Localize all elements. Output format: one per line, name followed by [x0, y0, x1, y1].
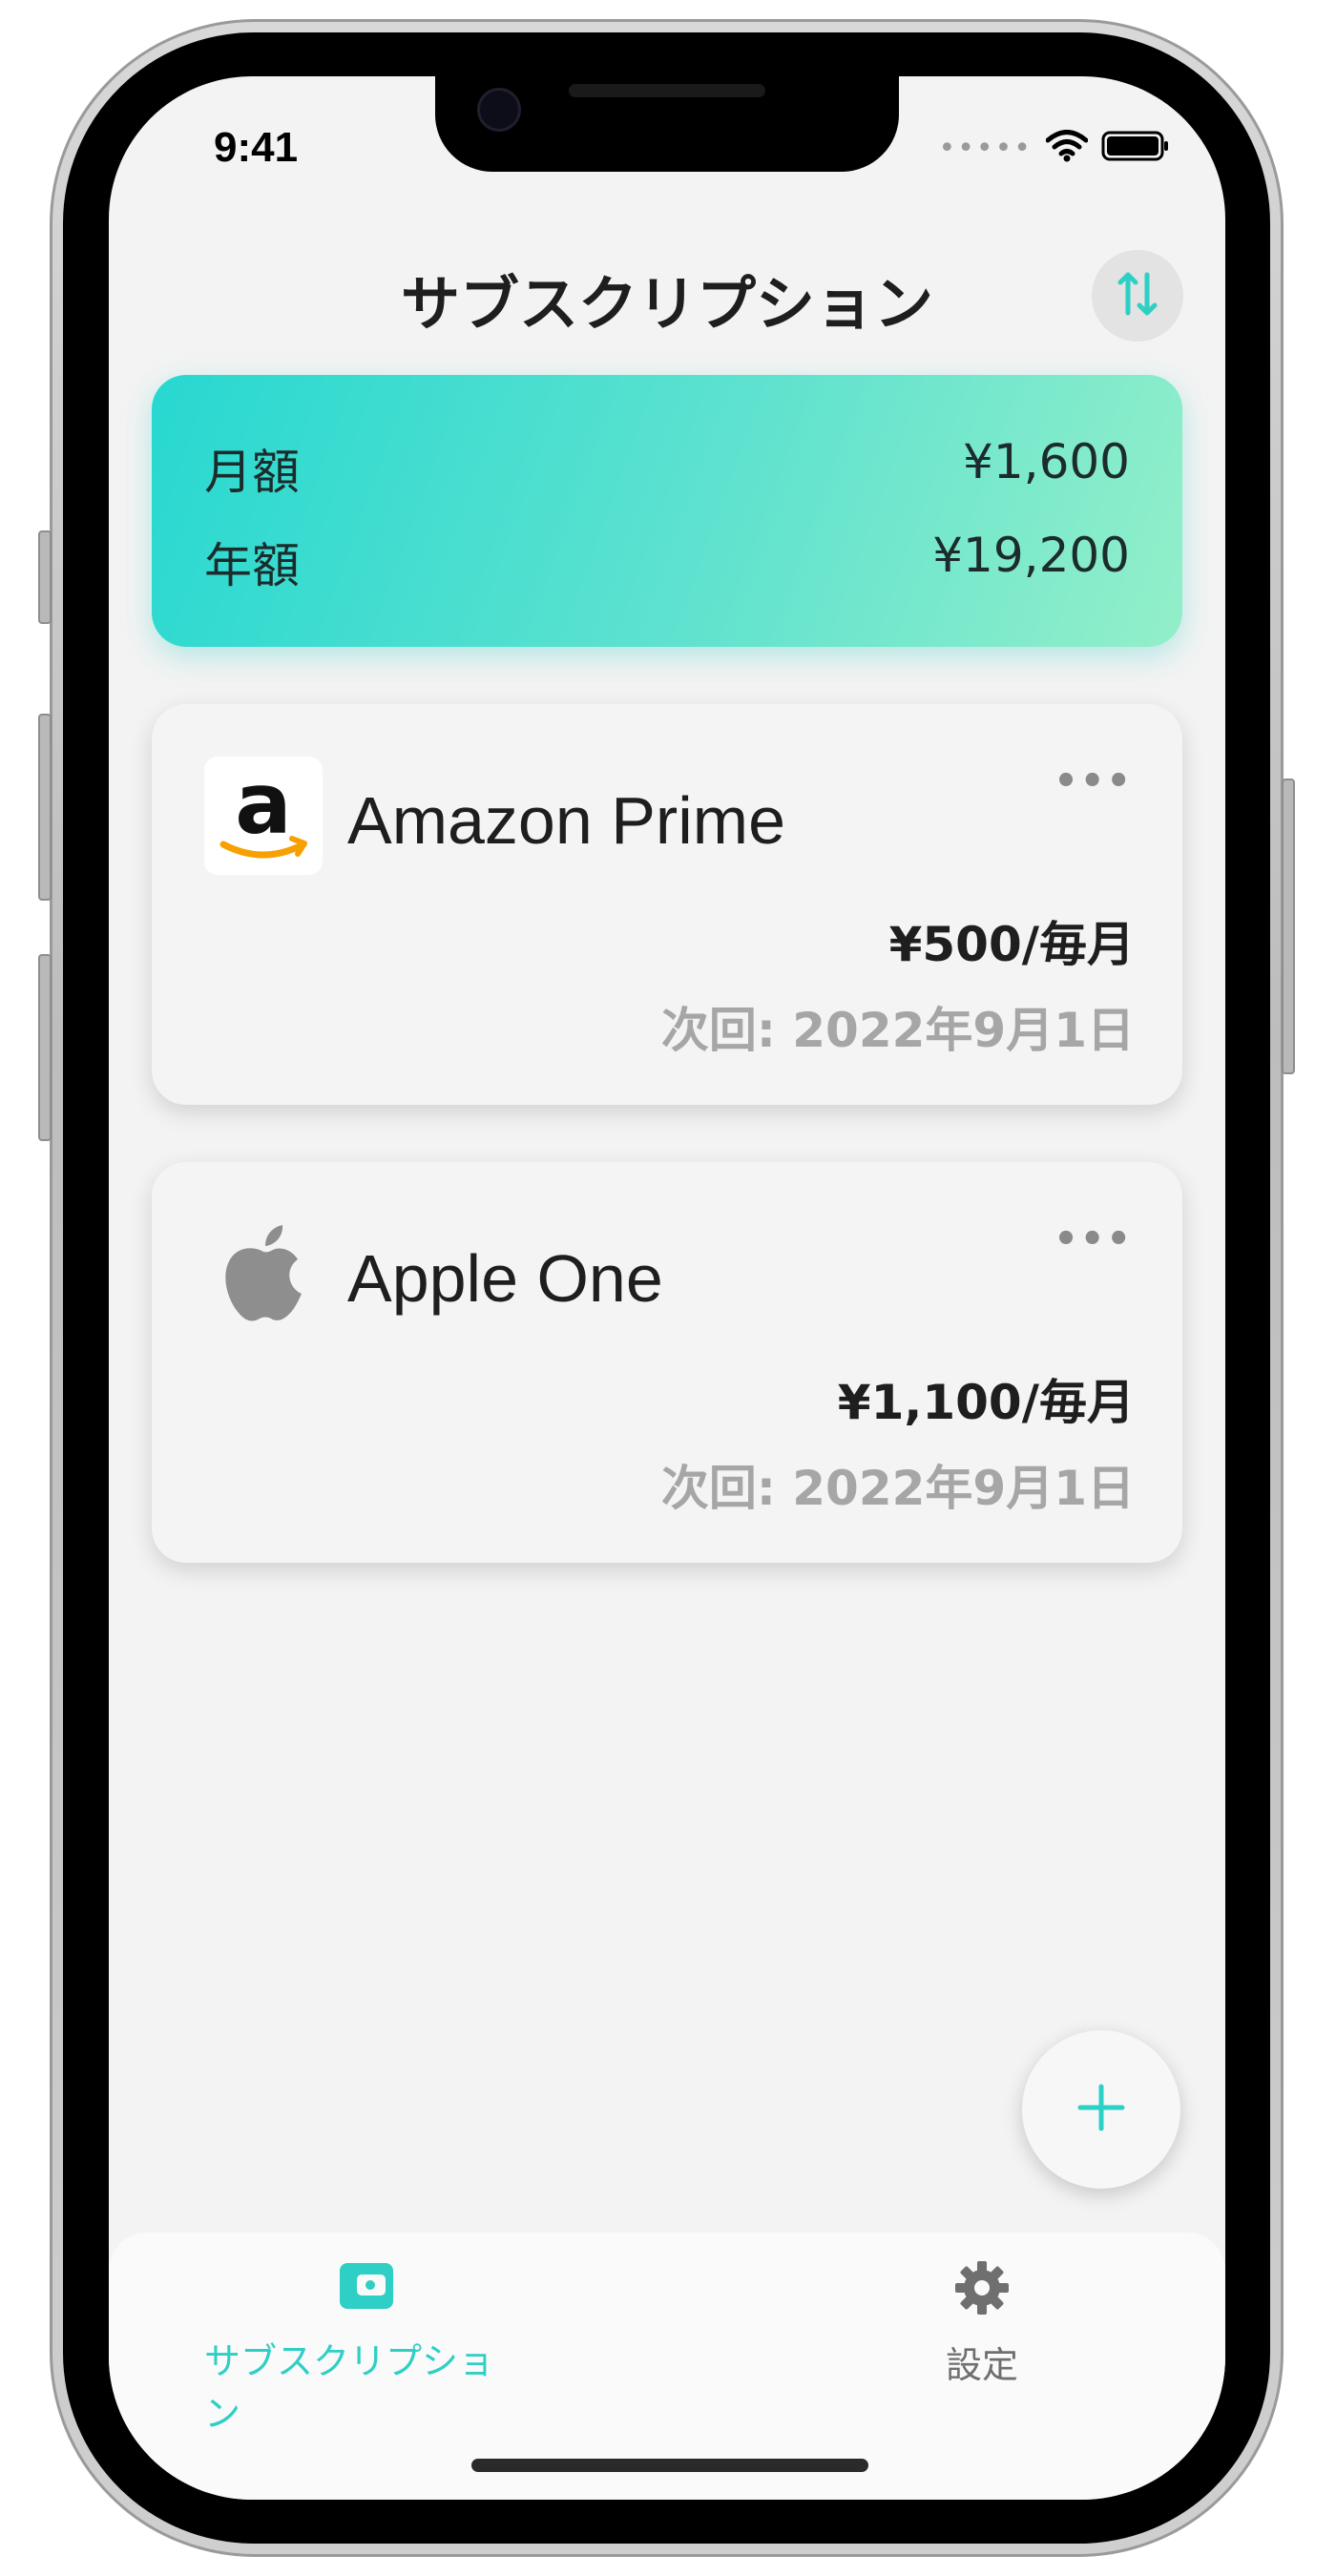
front-camera — [477, 88, 521, 132]
monthly-row: 月額 ¥1,600 — [204, 434, 1130, 503]
battery-icon — [1101, 130, 1170, 166]
yearly-row: 年額 ¥19,200 — [204, 528, 1130, 596]
subscription-card[interactable]: Apple One ••• ¥1,100/毎月 次回: 2022年9月1日 — [152, 1162, 1182, 1563]
plus-icon — [1075, 2081, 1128, 2138]
yearly-label: 年額 — [204, 538, 300, 593]
tab-label: 設定 — [945, 2344, 1018, 2386]
power-button — [1282, 779, 1295, 1074]
monthly-label: 月額 — [204, 445, 300, 500]
tab-subscriptions[interactable]: サブスクリプション — [204, 2259, 529, 2437]
signal-dots: ••••• — [938, 131, 1033, 165]
volume-up-button — [38, 714, 52, 901]
page-title: サブスクリプション — [400, 269, 933, 339]
subscription-name: Amazon Prime — [347, 783, 786, 858]
gear-icon — [953, 2259, 1011, 2320]
wifi-icon — [1045, 130, 1089, 166]
summary-card: 月額 ¥1,600 年額 ¥19,200 — [152, 375, 1182, 647]
yearly-value: ¥19,200 — [932, 528, 1130, 583]
notch — [435, 76, 899, 172]
add-subscription-button[interactable] — [1022, 2030, 1180, 2189]
silent-switch — [38, 530, 52, 624]
home-indicator — [471, 2459, 868, 2472]
sort-button[interactable] — [1092, 250, 1183, 342]
subscription-card[interactable]: a Amazon Prime ••• ¥500/毎月 次回: 2022年9月1日 — [152, 704, 1182, 1105]
subscription-name: Apple One — [347, 1241, 663, 1316]
tab-settings[interactable]: 設定 — [906, 2259, 1058, 2388]
apple-logo-icon — [204, 1215, 323, 1333]
wallet-icon — [338, 2259, 395, 2316]
subscription-price: ¥1,100/毎月 — [837, 1375, 1135, 1430]
svg-text:a: a — [235, 757, 291, 853]
subscription-price: ¥500/毎月 — [888, 917, 1135, 972]
more-options-icon[interactable]: ••• — [1054, 1217, 1133, 1261]
status-time: 9:41 — [214, 124, 299, 171]
next-billing-date: 次回: 2022年9月1日 — [660, 1003, 1135, 1058]
speaker-grille — [569, 84, 765, 97]
more-options-icon[interactable]: ••• — [1054, 759, 1133, 803]
monthly-value: ¥1,600 — [963, 434, 1130, 489]
amazon-logo-icon: a — [204, 757, 323, 875]
sort-arrows-icon — [1115, 267, 1160, 324]
next-billing-date: 次回: 2022年9月1日 — [660, 1461, 1135, 1516]
status-indicators: ••••• — [939, 130, 1170, 166]
volume-down-button — [38, 954, 52, 1141]
screen: 9:41 ••••• サブスクリプション 月額 ¥1,600 年額 ¥19,20… — [109, 76, 1225, 2500]
tab-label: サブスクリプション — [204, 2340, 495, 2435]
